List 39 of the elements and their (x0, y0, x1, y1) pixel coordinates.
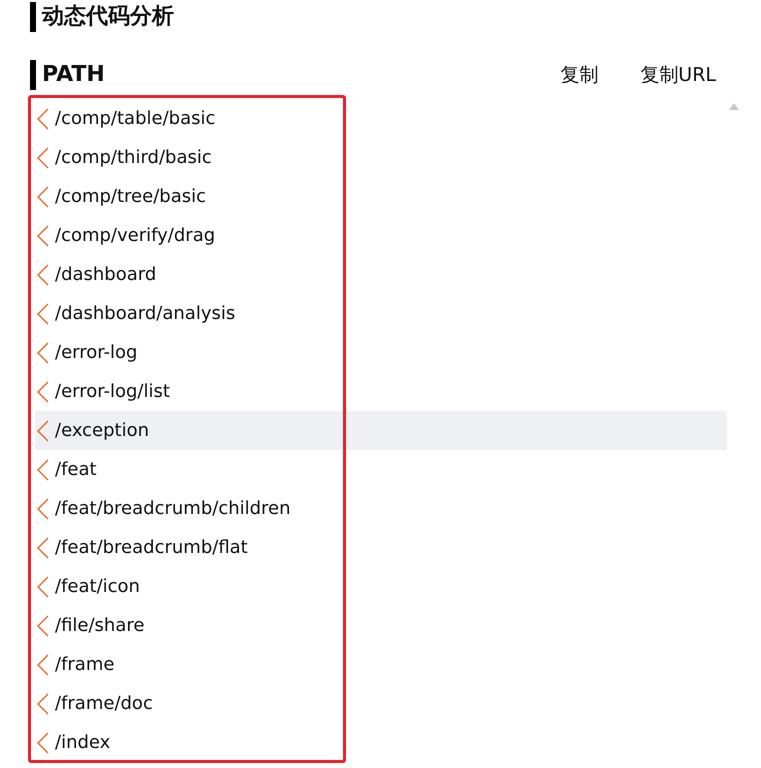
copy-button[interactable]: 复制URL (629, 60, 727, 90)
chevron-left-icon (37, 420, 49, 442)
chevron-left-icon (37, 498, 49, 520)
chevron-left-icon (37, 536, 49, 558)
path-item[interactable]: /feat/breadcrumb/children (35, 489, 727, 528)
chevron-left-icon (37, 458, 49, 480)
chevron-left-icon (37, 224, 49, 246)
path-item[interactable]: /feat/breadcrumb/flat (35, 528, 727, 567)
path-item[interactable]: /file/share (35, 606, 727, 645)
chevron-left-icon (37, 302, 49, 324)
chevron-left-icon (37, 692, 49, 714)
path-item[interactable]: /feat/icon (35, 567, 727, 606)
path-item[interactable]: /feat (35, 450, 727, 489)
copy-button[interactable]: 复制 (549, 60, 610, 90)
path-item[interactable]: /frame (35, 645, 727, 684)
chevron-left-icon (37, 654, 49, 676)
chevron-left-icon (37, 186, 49, 208)
path-item[interactable]: /exception (35, 411, 727, 450)
chevron-left-icon (37, 108, 49, 130)
chevron-left-icon (37, 380, 49, 402)
path-item[interactable]: /frame/doc (35, 684, 727, 723)
path-item[interactable]: /error-log (35, 333, 727, 372)
page-title: 动态代码分析 (30, 2, 727, 32)
scroll-up-icon[interactable] (729, 103, 739, 110)
path-item[interactable]: /dashboard (35, 255, 727, 294)
path-item[interactable]: /comp/table/basic (35, 99, 727, 138)
path-item[interactable]: /comp/verify/drag (35, 216, 727, 255)
path-item[interactable]: /comp/tree/basic (35, 177, 727, 216)
path-item[interactable]: /error-log/list (35, 372, 727, 411)
path-item[interactable]: /comp/third/basic (35, 138, 727, 177)
chevron-left-icon (37, 264, 49, 286)
chevron-left-icon (37, 732, 49, 754)
chevron-left-icon (37, 576, 49, 598)
section-title: PATH (30, 60, 105, 90)
chevron-left-icon (37, 146, 49, 168)
chevron-left-icon (37, 342, 49, 364)
path-item[interactable]: /index (35, 723, 727, 762)
path-item[interactable]: /dashboard/analysis (35, 294, 727, 333)
chevron-left-icon (37, 614, 49, 636)
